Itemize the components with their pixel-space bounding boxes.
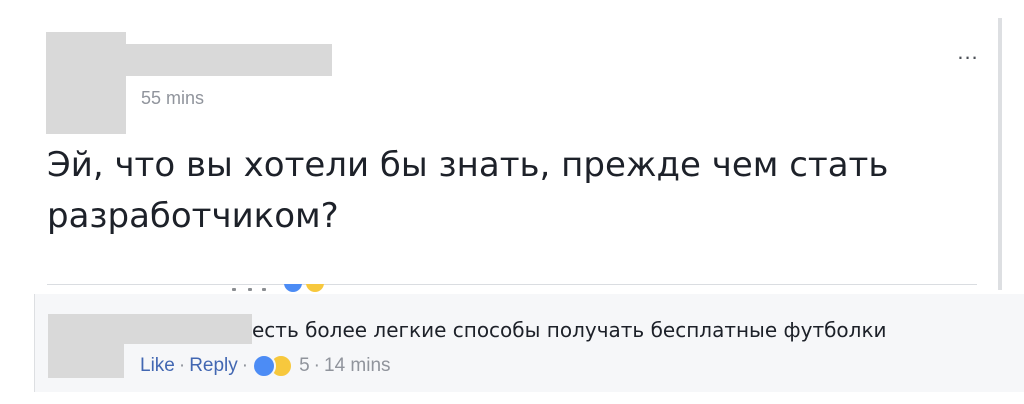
like-icon [252,354,277,378]
separator-dot: · [241,355,249,376]
redacted-avatar [46,32,126,134]
more-options-button[interactable]: ... [955,41,981,64]
like-button[interactable]: Like [140,353,175,379]
peek-mark [262,288,266,291]
reaction-count[interactable]: 5 [299,353,310,379]
comment-reactions[interactable] [252,354,294,378]
comment-actions: Like · Reply · 5 · 14 mins [140,353,391,379]
comment-text: есть более легкие способы получать беспл… [252,318,887,342]
redacted-commenter-avatar [48,314,124,378]
redacted-commenter-name [124,314,252,344]
haha-icon [306,284,324,292]
peek-mark [232,288,236,291]
more-options-icon: ... [957,39,979,64]
redacted-author-name [126,44,332,76]
comment-timestamp[interactable]: 14 mins [324,353,391,379]
post-divider [47,284,977,285]
peek-mark [248,288,252,291]
separator-dot: · [178,355,186,376]
like-icon [284,284,302,292]
post-text: Эй, что вы хотели бы знать, прежде чем с… [47,145,889,236]
reply-button[interactable]: Reply [189,353,238,379]
card-border [998,18,1002,290]
post-timestamp[interactable]: 55 mins [141,88,204,109]
post-card: 55 mins ... Эй, что вы хотели бы знать, … [0,0,1024,404]
separator-dot: · [313,355,320,376]
